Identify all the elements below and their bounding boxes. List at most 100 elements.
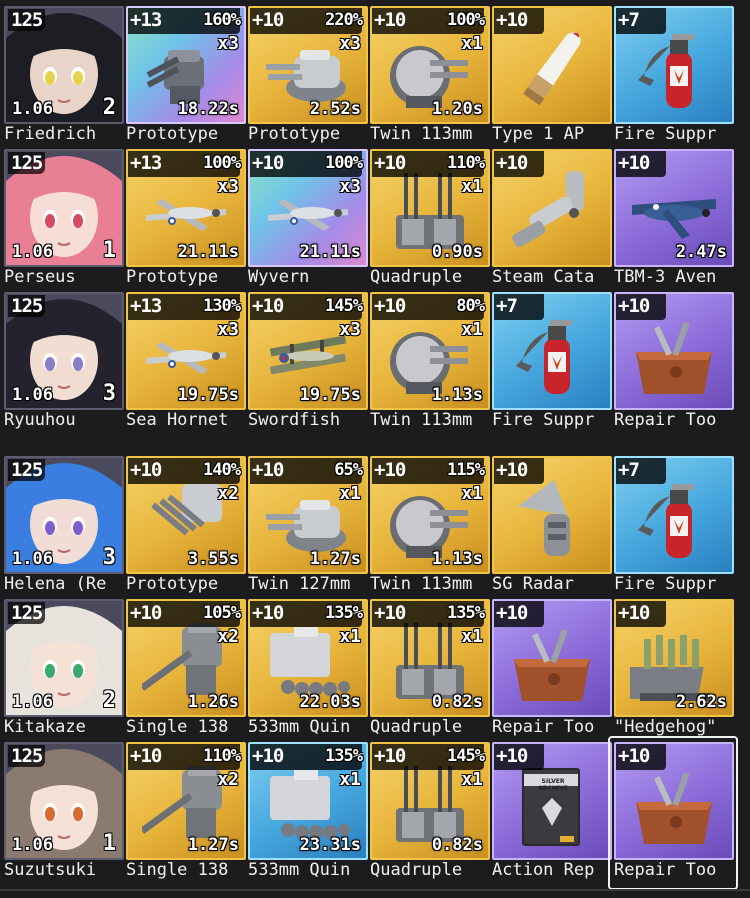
mount-count: x3 [217, 176, 239, 197]
ship-portrait[interactable]: 125 1.06 2 [4, 6, 124, 124]
ship-card[interactable]: 125 1.06 1 Perseus [4, 149, 124, 292]
equipment-tile[interactable]: +7 [614, 456, 734, 574]
equipment-name: Repair Too [614, 860, 717, 880]
equipment-tile[interactable]: +10 140% x2 3.55s [126, 456, 246, 574]
ship-portrait[interactable]: 125 1.06 3 [4, 292, 124, 410]
equipment-tile[interactable]: +10 100% x1 1.20s [370, 6, 490, 124]
ship-card[interactable]: 125 1.06 3 Helena (Re [4, 456, 124, 599]
equipment-slot[interactable]: +13 160% x3 18.22s Prototype [126, 6, 246, 149]
reload-time: 2.52s [309, 99, 361, 119]
mount-count: x1 [461, 769, 483, 790]
ship-card[interactable]: 125 1.06 1 Suzutsuki [4, 742, 124, 885]
equipment-tile[interactable]: +10 [492, 6, 612, 124]
enhance-level: +13 [130, 295, 162, 317]
equipment-tile[interactable]: +10 220% x3 2.52s [248, 6, 368, 124]
efficiency-percent: 220% [325, 10, 363, 30]
ship-portrait[interactable]: 125 1.06 3 [4, 456, 124, 574]
equipment-tile[interactable]: +10 [614, 292, 734, 410]
equipment-name: Single 138 [126, 860, 229, 880]
reload-time: 21.11s [177, 242, 239, 262]
equipment-slot[interactable]: +10 135% x1 0.82s Quadruple [370, 599, 490, 742]
equipment-slot[interactable]: +10 105% x2 1.26s Single 138 [126, 599, 246, 742]
equipment-tile[interactable]: +7 [614, 6, 734, 124]
ship-portrait[interactable]: 125 1.06 1 [4, 742, 124, 860]
enhance-level: +7 [618, 9, 640, 31]
equipment-tile[interactable]: +10 110% x2 1.27s [126, 742, 246, 860]
mount-count: x1 [339, 769, 361, 790]
equipment-slot[interactable]: +10 145% x3 19.75s Swordfish [248, 292, 368, 435]
equipment-name: Type 1 AP [492, 124, 585, 144]
equipment-tile[interactable]: +10 [492, 149, 612, 267]
equipment-tile[interactable]: +10 135% x1 0.82s [370, 599, 490, 717]
ship-name: Friedrich [4, 124, 97, 144]
extinguisher-icon [630, 26, 718, 114]
equipment-tile[interactable]: +10 80% x1 1.13s [370, 292, 490, 410]
equipment-slot[interactable]: +10 220% x3 2.52s Prototype [248, 6, 368, 149]
equipment-slot[interactable]: +10 2.62s "Hedgehog" [614, 599, 734, 742]
equipment-tile[interactable]: +10 145% x3 19.75s [248, 292, 368, 410]
equipment-slot[interactable]: +10 100% x3 21.11s Wyvern [248, 149, 368, 292]
equipment-slot[interactable]: +10 Repair Too [614, 292, 734, 435]
equipment-slot[interactable]: +10 110% x2 1.27s Single 138 [126, 742, 246, 885]
equipment-slot[interactable]: +7 Fire Suppr [492, 292, 612, 435]
mount-count: x3 [339, 319, 361, 340]
equipment-tile[interactable]: +10 115% x1 1.13s [370, 456, 490, 574]
equipment-slot[interactable]: +13 130% x3 19.75s Sea Hornet [126, 292, 246, 435]
ship-card[interactable]: 125 1.06 2 Kitakaze [4, 599, 124, 742]
equipment-slot[interactable]: +10 145% x1 0.82s Quadruple [370, 742, 490, 885]
ship-ratio: 1.06 [12, 835, 53, 855]
equipment-slot[interactable]: +10 115% x1 1.13s Twin 113mm [370, 456, 490, 599]
equipment-slot[interactable]: +10 65% x1 1.27s Twin 127mm [248, 456, 368, 599]
equipment-tile[interactable]: +7 [492, 292, 612, 410]
enhance-level: +10 [252, 602, 284, 624]
equipment-slot[interactable]: +10 140% x2 3.55s Prototype [126, 456, 246, 599]
equipment-slot[interactable]: +10 Steam Cata [492, 149, 612, 292]
ship-card[interactable]: 125 1.06 3 Ryuuhou [4, 292, 124, 435]
equipment-tile[interactable]: +10 65% x1 1.27s [248, 456, 368, 574]
equipment-slot[interactable]: +10 Repair Too [492, 599, 612, 742]
enhance-level: +7 [618, 459, 640, 481]
equipment-slot[interactable]: +10 100% x1 1.20s Twin 113mm [370, 6, 490, 149]
equipment-name: 533mm Quin [248, 717, 351, 737]
equipment-tile[interactable]: +10 2.62s [614, 599, 734, 717]
fleet-row: 125 1.06 1 Perseus +13 100% x3 21.11s Prot… [0, 149, 750, 294]
equipment-tile[interactable]: +10 145% x1 0.82s [370, 742, 490, 860]
equipment-slot[interactable]: +10 Type 1 AP [492, 6, 612, 149]
equipment-slot[interactable]: +10 80% x1 1.13s Twin 113mm [370, 292, 490, 435]
enhance-level: +10 [618, 602, 650, 624]
equipment-slot[interactable]: +10 135% x1 23.31s 533mm Quin [248, 742, 368, 885]
equipment-slot[interactable]: +10 SG Radar [492, 456, 612, 599]
ship-portrait[interactable]: 125 1.06 1 [4, 149, 124, 267]
equipment-slot[interactable]: +10 2.47s TBM-3 Aven [614, 149, 734, 292]
enhance-level: +7 [496, 295, 518, 317]
equipment-tile[interactable]: SILVER ARCHIVE +10 [492, 742, 612, 860]
equipment-tile[interactable]: +13 100% x3 21.11s [126, 149, 246, 267]
equipment-slot[interactable]: +10 110% x1 0.90s Quadruple [370, 149, 490, 292]
equipment-tile[interactable]: +10 [614, 742, 734, 860]
equipment-tile[interactable]: +10 2.47s [614, 149, 734, 267]
ship-card[interactable]: 125 1.06 2 Friedrich [4, 6, 124, 149]
equipment-tile[interactable]: +10 [492, 599, 612, 717]
equipment-slot[interactable]: +7 Fire Suppr [614, 456, 734, 599]
equipment-name: Twin 113mm [370, 124, 473, 144]
equipment-slot[interactable]: +13 100% x3 21.11s Prototype [126, 149, 246, 292]
mount-count: x3 [339, 33, 361, 54]
equipment-tile[interactable]: +13 130% x3 19.75s [126, 292, 246, 410]
equipment-slot[interactable]: +10 135% x1 22.03s 533mm Quin [248, 599, 368, 742]
equipment-tile[interactable]: +10 100% x3 21.11s [248, 149, 368, 267]
equipment-slot[interactable]: +7 Fire Suppr [614, 6, 734, 149]
mount-count: x2 [217, 769, 239, 790]
efficiency-percent: 145% [325, 296, 363, 316]
equipment-tile[interactable]: +10 135% x1 22.03s [248, 599, 368, 717]
reload-time: 21.11s [299, 242, 361, 262]
enhance-level: +10 [374, 152, 406, 174]
equipment-tile[interactable]: +13 160% x3 18.22s [126, 6, 246, 124]
equipment-tile[interactable]: +10 [492, 456, 612, 574]
equipment-tile[interactable]: +10 110% x1 0.90s [370, 149, 490, 267]
equipment-slot[interactable]: SILVER ARCHIVE +10 Action Rep [492, 742, 612, 885]
equipment-slot[interactable]: +10 Repair Too [608, 736, 738, 890]
ship-portrait[interactable]: 125 1.06 2 [4, 599, 124, 717]
equipment-tile[interactable]: +10 105% x2 1.26s [126, 599, 246, 717]
ship-name: Kitakaze [4, 717, 86, 737]
equipment-tile[interactable]: +10 135% x1 23.31s [248, 742, 368, 860]
